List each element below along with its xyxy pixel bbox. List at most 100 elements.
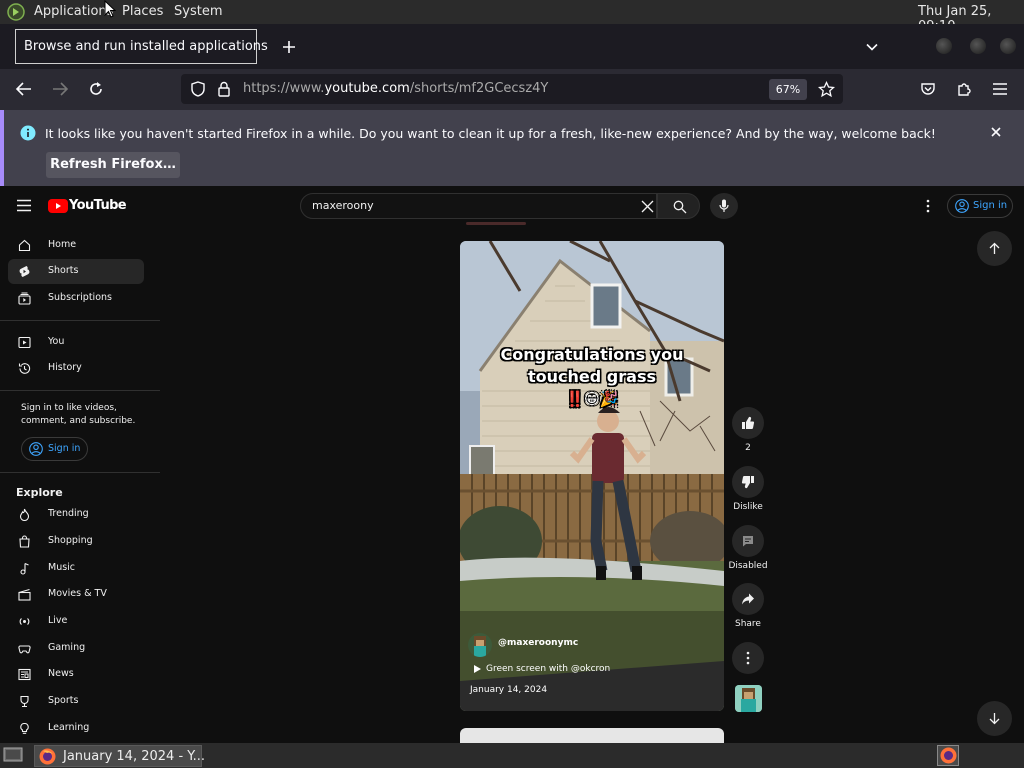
sidebar-item-home[interactable]: Home [8, 233, 144, 258]
arrow-up-icon [989, 242, 1000, 254]
top-panel: Applications Places System Thu Jan 25, 0… [0, 0, 1024, 34]
close-notification-icon[interactable] [990, 126, 1002, 138]
sidebar-divider [0, 472, 160, 473]
places-menu[interactable]: Places [122, 4, 163, 19]
minecraft-avatar-icon [474, 636, 486, 657]
pocket-icon[interactable] [920, 81, 936, 97]
notification-message: It looks like you haven't started Firefo… [45, 126, 936, 141]
sidebar-label: Sports [48, 695, 79, 706]
sidebar-label: Live [48, 615, 68, 626]
youtube-play-logo-icon [48, 198, 68, 213]
applications-tooltip: Browse and run installed applications [15, 29, 268, 64]
comment-icon [743, 536, 753, 547]
forward-button[interactable] [51, 81, 69, 97]
live-icon [19, 618, 30, 625]
sign-in-button-header[interactable]: Sign in [947, 194, 1013, 218]
share-button[interactable] [732, 583, 764, 615]
dislike-button[interactable] [732, 466, 764, 498]
applications-menu[interactable]: Applications [34, 4, 113, 19]
back-button[interactable] [15, 81, 33, 97]
app-menu-hamburger-icon[interactable] [992, 82, 1008, 96]
sign-in-button-sidebar[interactable]: Sign in [21, 437, 88, 461]
list-all-tabs-icon[interactable] [865, 40, 879, 54]
sidebar-label: News [48, 668, 74, 679]
bookmark-star-icon[interactable] [818, 81, 835, 98]
search-input[interactable]: maxeroony [312, 199, 374, 212]
close-window-button[interactable] [1000, 38, 1016, 54]
more-actions-button[interactable] [732, 642, 764, 674]
sidebar-label: Music [48, 562, 76, 573]
sidebar-item-trending[interactable]: Trending [8, 502, 144, 527]
microphone-icon [719, 199, 729, 212]
tray-firefox-icon[interactable] [937, 745, 959, 766]
channel-avatar[interactable] [468, 633, 492, 657]
sidebar-item-history[interactable]: History [8, 356, 144, 381]
voice-search-button[interactable] [710, 193, 738, 219]
comments-disabled-label: Disabled [728, 561, 768, 571]
sound-avatar-icon [735, 685, 762, 712]
gnome-foot-icon[interactable] [7, 3, 25, 21]
show-desktop-icon[interactable] [3, 747, 23, 763]
url-bar[interactable]: https://www.youtube.com/shorts/mf2GCecsz… [181, 74, 843, 104]
url-prefix: https://www. [243, 81, 325, 96]
like-button[interactable] [732, 407, 764, 439]
sound-thumbnail[interactable] [735, 685, 762, 712]
lock-icon[interactable] [217, 81, 231, 97]
taskbar-firefox-window[interactable]: January 14, 2024 - Y... [34, 745, 205, 767]
sidebar-divider [0, 320, 160, 321]
new-tab-button[interactable] [281, 39, 297, 55]
sidebar-item-subscriptions[interactable]: Subscriptions [8, 286, 144, 311]
search-button[interactable] [657, 193, 700, 219]
sidebar-item-learning[interactable]: Learning [8, 716, 144, 741]
scroll-down-button[interactable] [977, 701, 1012, 736]
share-arrow-icon [742, 593, 754, 605]
caption-line-2: touched grass [528, 367, 656, 386]
sidebar-item-live[interactable]: Live [8, 609, 144, 634]
sidebar-divider [0, 390, 160, 391]
sidebar-item-news[interactable]: News [8, 662, 144, 687]
refresh-firefox-button[interactable]: Refresh Firefox… [46, 152, 180, 178]
sidebar-item-music[interactable]: Music [8, 556, 144, 581]
tracking-protection-shield-icon[interactable] [190, 81, 206, 97]
home-icon [18, 239, 31, 252]
sidebar-item-shopping[interactable]: Shopping [8, 529, 144, 554]
maximize-window-button[interactable] [970, 38, 986, 54]
search-box[interactable]: maxeroony [300, 193, 657, 219]
trending-icon [19, 508, 30, 521]
sidebar-label: Gaming [48, 642, 86, 653]
sidebar-item-gaming[interactable]: Gaming [8, 636, 144, 661]
clear-search-icon[interactable] [641, 200, 654, 213]
guide-menu-icon[interactable] [16, 199, 32, 212]
search-icon [673, 200, 687, 214]
previous-short-edge [466, 222, 526, 225]
system-menu[interactable]: System [174, 4, 222, 19]
green-screen-link[interactable]: Green screen with @okcron [486, 664, 610, 674]
sidebar-item-movies-tv[interactable]: Movies & TV [8, 582, 144, 607]
subscriptions-icon [18, 292, 31, 305]
youtube-logo-text: YouTube [69, 198, 127, 213]
sidebar-item-you[interactable]: You [8, 330, 144, 355]
sidebar-item-sports[interactable]: Sports [8, 689, 144, 714]
extensions-icon[interactable] [956, 81, 972, 97]
dislike-label: Dislike [733, 502, 763, 512]
reload-button[interactable] [88, 81, 104, 97]
youtube-logo[interactable]: YouTube [48, 198, 127, 213]
shopping-icon [19, 535, 30, 548]
sidebar-item-shorts[interactable]: Shorts [8, 259, 144, 284]
shorts-video-player[interactable]: Congratulations you touched grass ‼️😁🎉 @… [460, 241, 724, 711]
thumbs-down-icon [741, 475, 754, 489]
music-icon [20, 562, 29, 575]
channel-name[interactable]: @maxeroonymc [498, 638, 578, 648]
zoom-level-badge[interactable]: 67% [769, 79, 807, 100]
shorts-icon [19, 266, 30, 277]
minimize-window-button[interactable] [936, 38, 952, 54]
sidebar-label: Trending [48, 508, 89, 519]
settings-more-icon[interactable] [925, 199, 931, 213]
scroll-up-button[interactable] [977, 231, 1012, 266]
comments-button[interactable] [732, 525, 764, 557]
sign-in-prompt: Sign in to like videos, comment, and sub… [21, 403, 136, 426]
url-text[interactable]: https://www.youtube.com/shorts/mf2GCecsz… [243, 81, 548, 96]
account-icon [29, 442, 43, 456]
sidebar-label: History [48, 362, 82, 373]
share-label: Share [735, 619, 761, 629]
